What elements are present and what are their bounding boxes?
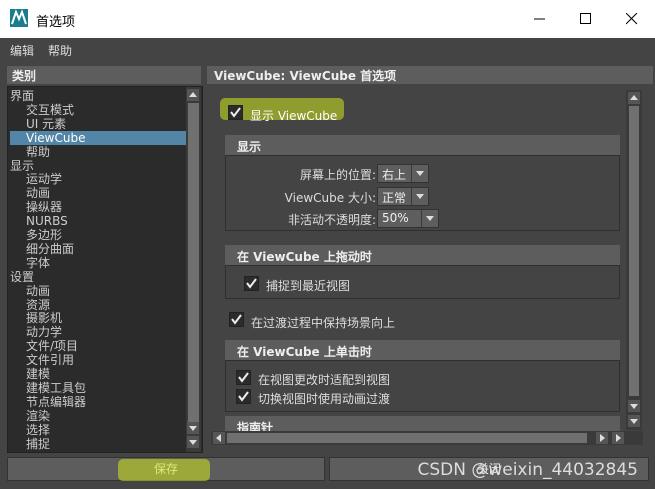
arrow-down-icon (189, 440, 197, 445)
category-item[interactable]: 字体 (26, 256, 50, 270)
category-item[interactable]: 捕捉 (26, 437, 50, 451)
chevron-down-icon (416, 171, 424, 176)
arrow-down-icon (630, 419, 638, 424)
prefs-hscrollbar[interactable] (211, 431, 643, 445)
prefs-panel: 显示 ViewCube 显示 屏幕上的位置: 右上 ViewCube 大小: 正… (207, 86, 653, 452)
prefs-header: ViewCube: ViewCube 首选项 (207, 66, 653, 84)
csdn-watermark: CSDN @weixin_44032845 (417, 460, 638, 480)
category-item[interactable]: 资源 (26, 298, 50, 312)
prefs-scroll-thumb[interactable] (629, 106, 639, 396)
category-item[interactable]: 动力学 (26, 325, 62, 339)
category-item[interactable]: 选择 (26, 423, 50, 437)
opacity-dropdown[interactable]: 50% (377, 209, 439, 228)
category-item[interactable]: 摄影机 (26, 311, 62, 325)
snap-view-checkbox[interactable] (244, 276, 259, 291)
opacity-label: 非活动不透明度: (287, 213, 376, 227)
category-item[interactable]: 建模工具包 (26, 381, 86, 395)
close-window-button[interactable] (609, 0, 655, 38)
click-frame-header[interactable]: 在 ViewCube 上单击时 (225, 340, 620, 360)
prefs-vscrollbar[interactable] (626, 90, 642, 430)
title-bar: 首选项 (0, 0, 655, 38)
checkmark-icon (238, 372, 249, 383)
close-icon (626, 13, 638, 25)
checkmark-icon (230, 107, 241, 118)
prefs-scroll-down[interactable] (628, 400, 640, 412)
menu-bar: 编辑 帮助 (0, 38, 655, 60)
arrow-left-icon (216, 434, 221, 442)
category-item[interactable]: ViewCube (10, 130, 186, 145)
scroll-down-button[interactable] (187, 422, 199, 434)
fit-view-label: 在视图更改时适配到视图 (258, 373, 391, 387)
menu-help[interactable]: 帮助 (48, 42, 72, 59)
prefs-scroll-up[interactable] (628, 92, 640, 104)
category-scrollbar[interactable] (186, 87, 201, 452)
size-label: ViewCube 大小: (284, 191, 376, 205)
category-item[interactable]: 渲染 (26, 409, 50, 423)
keep-upright-label: 在过渡过程中保持场景向上 (251, 316, 396, 330)
category-item[interactable]: 动画 (26, 186, 50, 200)
category-item[interactable]: 设置 (10, 270, 34, 284)
category-item[interactable]: 操纵器 (26, 200, 62, 214)
position-label: 屏幕上的位置: (299, 168, 376, 182)
category-item[interactable]: 交互模式 (26, 103, 74, 117)
prefs-hscroll-thumb[interactable] (227, 433, 587, 443)
category-item[interactable]: 节点编辑器 (26, 395, 86, 409)
drag-frame: 捕捉到最近视图 (225, 265, 620, 299)
scroll-down-button-2[interactable] (187, 436, 199, 448)
display-frame: 屏幕上的位置: 右上 ViewCube 大小: 正常 非活动不透明度: 50% (225, 155, 620, 231)
minimize-button[interactable] (517, 0, 563, 38)
category-item[interactable]: NURBS (26, 214, 68, 228)
fit-view-checkbox[interactable] (236, 370, 251, 385)
display-frame-header[interactable]: 显示 (225, 135, 620, 155)
drag-frame-header[interactable]: 在 ViewCube 上拖动时 (225, 245, 620, 265)
animate-transition-checkbox[interactable] (236, 389, 251, 404)
size-dropdown[interactable]: 正常 (377, 187, 429, 206)
chevron-down-icon (416, 194, 424, 199)
category-item[interactable]: 多边形 (26, 228, 62, 242)
prefs-scroll-right-2[interactable] (612, 432, 624, 444)
window-title: 首选项 (36, 15, 76, 30)
arrow-right-icon (600, 434, 605, 442)
checkmark-icon (231, 314, 242, 325)
scroll-thumb[interactable] (188, 103, 199, 423)
scroll-up-button[interactable] (187, 89, 199, 101)
keep-upright-checkbox[interactable] (229, 312, 244, 327)
checkmark-icon (246, 278, 257, 289)
snap-view-label: 捕捉到最近视图 (266, 279, 351, 293)
arrow-up-icon (189, 92, 197, 97)
arrow-down-icon (189, 426, 197, 431)
category-item[interactable]: 显示 (10, 159, 34, 173)
position-dropdown[interactable]: 右上 (377, 164, 429, 183)
menu-edit[interactable]: 编辑 (10, 42, 34, 59)
maximize-icon (580, 13, 591, 24)
category-item[interactable]: 运动学 (26, 172, 62, 186)
annotation-highlight-save (118, 459, 210, 481)
category-item[interactable]: 建模 (26, 367, 50, 381)
arrow-right-icon (616, 434, 621, 442)
category-header: 类别 (7, 66, 201, 84)
category-item[interactable]: UI 元素 (26, 117, 66, 131)
show-viewcube-label: 显示 ViewCube (250, 109, 338, 123)
checkmark-icon (238, 391, 249, 402)
click-frame: 在视图更改时适配到视图 切换视图时使用动画过渡 (225, 360, 620, 412)
arrow-up-icon (630, 95, 638, 100)
maximize-button[interactable] (563, 0, 609, 38)
category-item[interactable]: 帮助 (26, 145, 50, 159)
chevron-down-icon (426, 216, 434, 221)
arrow-down-icon (630, 404, 638, 409)
animate-transition-label: 切换视图时使用动画过渡 (258, 392, 391, 406)
category-tree: 界面 交互模式 UI 元素 ViewCube 帮助 显示 运动学 动画 操纵器 NURBS 多边形细… (7, 86, 203, 453)
prefs-scroll-left[interactable] (213, 432, 225, 444)
show-viewcube-checkbox[interactable] (228, 105, 243, 120)
category-item[interactable]: 界面 (10, 89, 34, 103)
minimize-icon (534, 18, 545, 20)
prefs-scroll-down-2[interactable] (628, 415, 640, 427)
category-item[interactable]: 文件/项目 (26, 339, 78, 353)
category-item[interactable]: 文件引用 (26, 353, 74, 367)
maya-app-icon (10, 9, 28, 27)
prefs-scroll-right[interactable] (596, 432, 608, 444)
category-item[interactable]: 细分曲面 (26, 242, 74, 256)
category-item[interactable]: 动画 (26, 284, 50, 298)
